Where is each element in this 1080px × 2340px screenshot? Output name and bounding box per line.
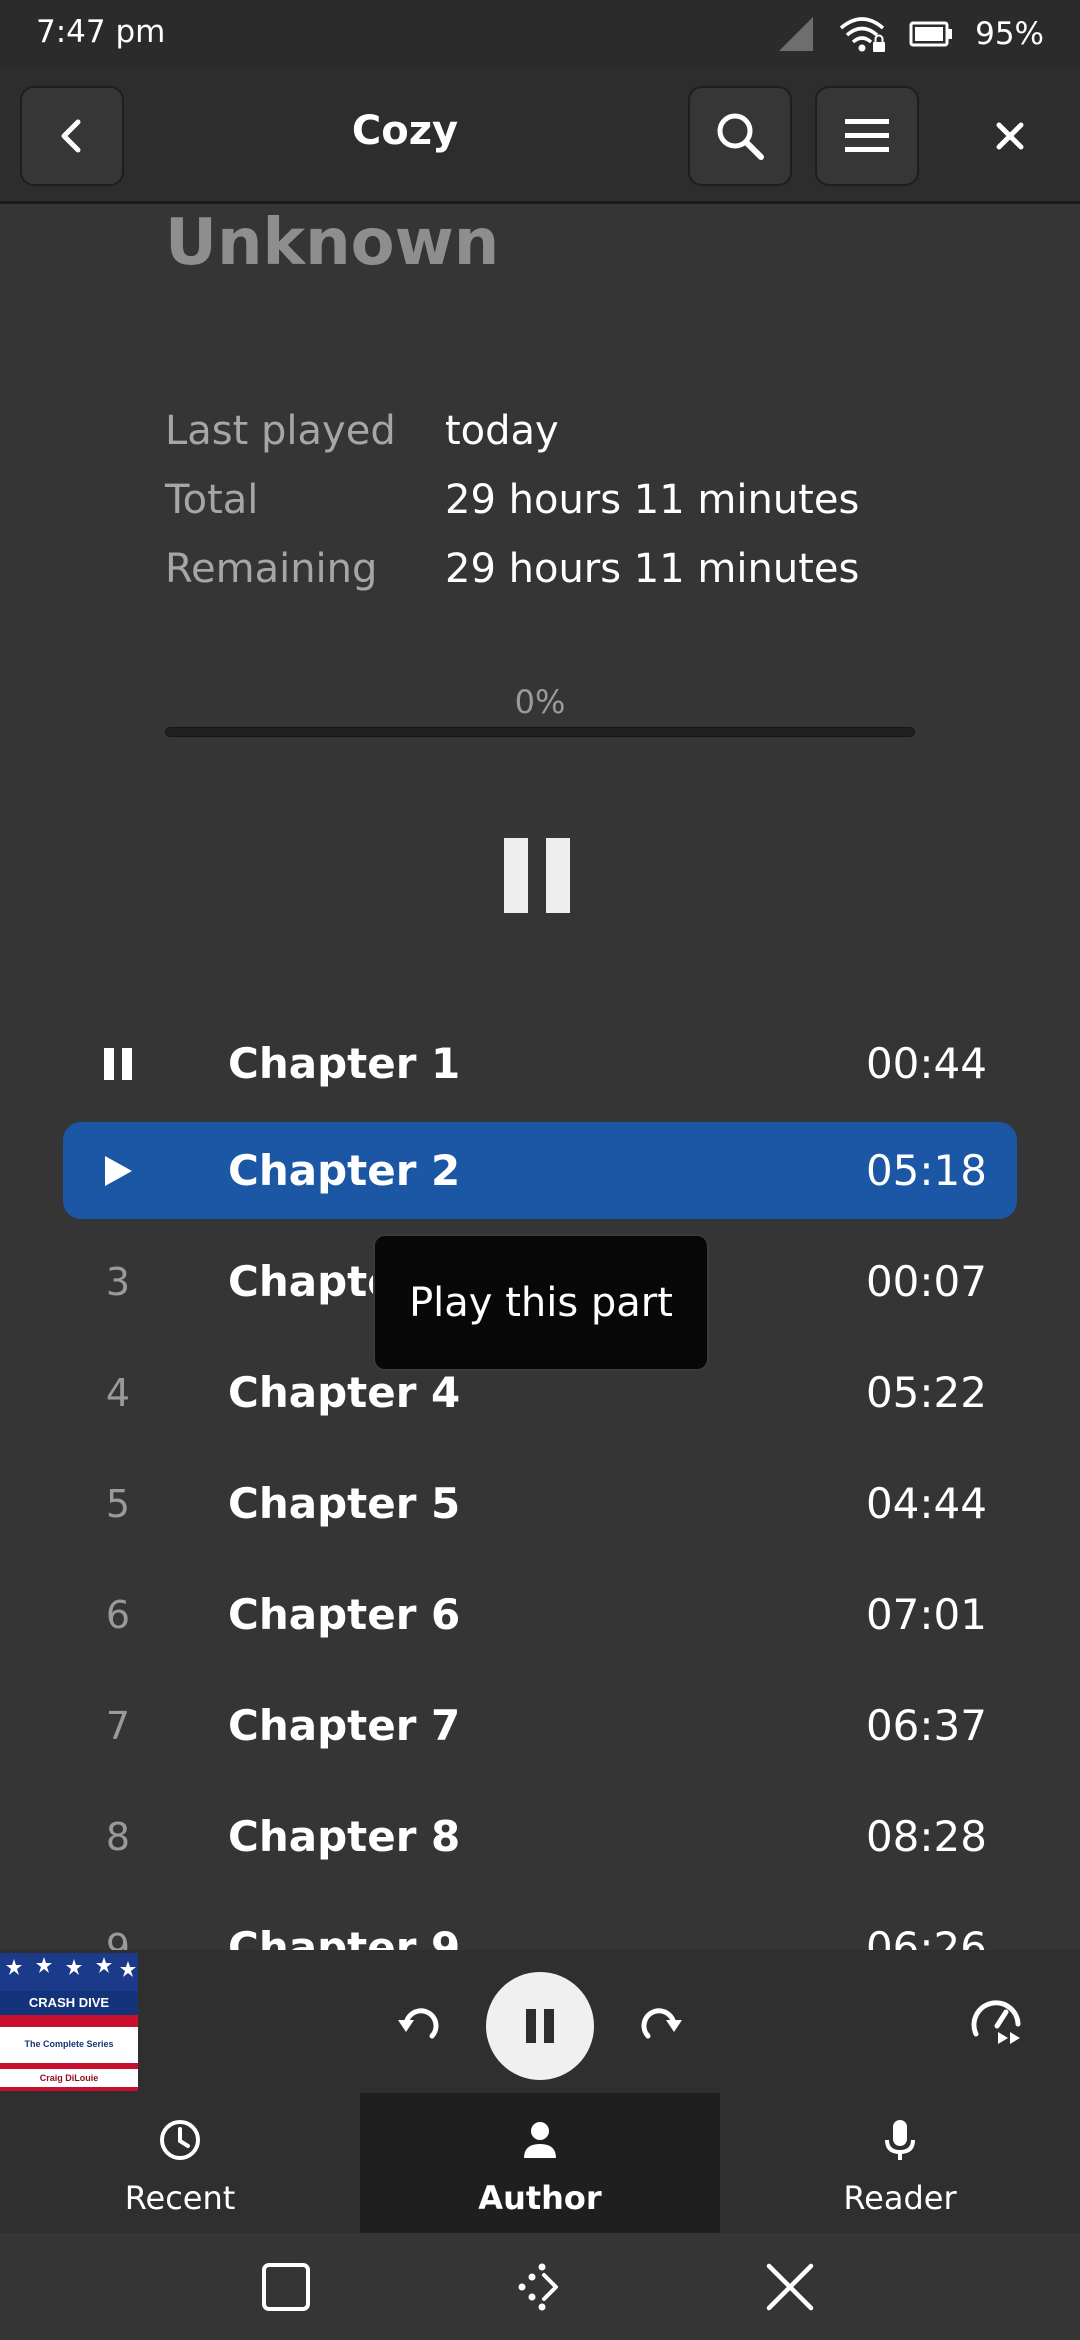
chapter-number: 5 xyxy=(105,1481,131,1526)
book-author: Unknown xyxy=(165,206,500,280)
forward-button[interactable] xyxy=(630,1992,690,2052)
tab-recent[interactable]: Recent xyxy=(0,2093,360,2233)
search-button[interactable] xyxy=(688,86,792,186)
pause-button[interactable] xyxy=(504,838,570,913)
progress-text: 0% xyxy=(514,683,566,721)
pause-icon xyxy=(526,2009,554,2043)
chapter-duration: 07:01 xyxy=(865,1590,987,1639)
chapter-title: Chapter 2 xyxy=(228,1146,461,1195)
back-icon xyxy=(61,119,81,153)
tab-author[interactable]: Author xyxy=(360,2093,720,2233)
book-cover[interactable]: CRASH DIVE The Complete Series Craig DiL… xyxy=(0,1953,138,2091)
view-switcher: Recent Author Reader xyxy=(0,2093,1080,2233)
chapter-number: 9 xyxy=(105,1925,131,1951)
playback-speed-button[interactable] xyxy=(966,1992,1028,2054)
cover-subtitle: The Complete Series xyxy=(0,2035,138,2053)
microphone-icon xyxy=(875,2115,925,2165)
tooltip: Play this part xyxy=(373,1234,709,1371)
tab-label: Author xyxy=(478,2179,602,2217)
app-title: Cozy xyxy=(351,108,459,154)
info-value: today xyxy=(445,408,559,454)
chapter-duration: 05:18 xyxy=(865,1146,987,1195)
status-bar: 7:47 pm 95% xyxy=(0,0,1080,68)
chapter-title: Chapter 7 xyxy=(228,1701,461,1750)
chapter-row[interactable]: 5 Chapter 5 04:44 xyxy=(63,1455,1017,1552)
chapter-row[interactable]: Chapter 2 05:18 xyxy=(63,1122,1017,1219)
menu-button[interactable] xyxy=(815,86,919,186)
forward-icon xyxy=(641,2008,682,2039)
cell-signal-icon xyxy=(779,17,814,51)
pause-icon-bar-left xyxy=(504,838,528,913)
chapter-number: 6 xyxy=(105,1592,131,1637)
tab-label: Recent xyxy=(124,2179,236,2217)
chapter-row[interactable]: 7 Chapter 7 06:37 xyxy=(63,1677,1017,1774)
close-button[interactable] xyxy=(960,86,1060,186)
chapter-playing-indicator xyxy=(63,1015,173,1112)
info-value: 29 hours 11 minutes xyxy=(445,546,860,592)
person-icon xyxy=(515,2115,565,2165)
chapter-number: 4 xyxy=(105,1370,131,1415)
status-icons: 95% xyxy=(777,12,1044,56)
chapter-row[interactable]: 9 Chapter 9 06:26 xyxy=(63,1899,1017,1950)
chapter-number: 3 xyxy=(105,1259,131,1304)
pause-icon xyxy=(104,1047,132,1080)
overview-icon xyxy=(262,2263,310,2311)
cover-author: Craig DiLouie xyxy=(0,2069,138,2087)
header-bar: Cozy xyxy=(0,68,1080,204)
mini-pause-button[interactable] xyxy=(486,1972,594,2080)
rewind-button[interactable] xyxy=(390,1992,450,2052)
hamburger-menu-icon xyxy=(845,119,889,152)
info-label: Last played xyxy=(165,408,396,454)
battery-icon xyxy=(909,21,953,47)
mini-player: CRASH DIVE The Complete Series Craig DiL… xyxy=(0,1950,1080,2093)
chapter-number: 7 xyxy=(105,1703,131,1748)
chapter-title: Chapter 8 xyxy=(228,1812,461,1861)
chapter-title: Chapter 5 xyxy=(228,1479,461,1528)
playback-speed-icon xyxy=(971,2000,1021,2044)
chapter-duration: 00:07 xyxy=(865,1257,987,1306)
play-icon xyxy=(105,1155,132,1186)
chapter-row[interactable]: 8 Chapter 8 08:28 xyxy=(63,1788,1017,1885)
close-app-button[interactable] xyxy=(758,2255,822,2319)
info-label: Remaining xyxy=(165,546,378,592)
pause-icon-bar-right xyxy=(546,838,570,913)
chapter-row[interactable]: 6 Chapter 6 07:01 xyxy=(63,1566,1017,1663)
wifi-locked-icon xyxy=(839,17,886,52)
chapter-duration: 04:44 xyxy=(865,1479,987,1528)
close-icon xyxy=(996,122,1024,150)
chapter-duration: 05:22 xyxy=(865,1368,987,1417)
chapter-title: Chapter 1 xyxy=(228,1039,461,1088)
chapter-duration: 08:28 xyxy=(865,1812,987,1861)
info-label: Total xyxy=(165,477,259,523)
keyboard-toggle-icon xyxy=(518,2263,558,2311)
tab-reader[interactable]: Reader xyxy=(720,2093,1080,2233)
chapter-duration: 06:26 xyxy=(865,1923,987,1950)
close-app-icon xyxy=(766,2263,814,2311)
chapter-number: 8 xyxy=(105,1814,131,1859)
keyboard-toggle-button[interactable] xyxy=(508,2255,572,2319)
chapter-row[interactable]: Chapter 1 00:44 xyxy=(63,1015,1017,1112)
progress-bar xyxy=(165,727,915,737)
cover-flag xyxy=(0,1953,138,1991)
system-nav-bar xyxy=(0,2233,1080,2340)
chapter-title: Chapter 6 xyxy=(228,1590,461,1639)
search-icon xyxy=(717,113,764,160)
tab-label: Reader xyxy=(843,2179,957,2217)
chapter-play-indicator xyxy=(63,1122,173,1219)
chapter-duration: 00:44 xyxy=(865,1039,987,1088)
info-value: 29 hours 11 minutes xyxy=(445,477,860,523)
overview-button[interactable] xyxy=(254,2255,318,2319)
clock-icon xyxy=(155,2115,205,2165)
battery-percentage: 95% xyxy=(975,16,1044,52)
rewind-icon xyxy=(398,2008,439,2039)
cover-title: CRASH DIVE xyxy=(0,1991,138,2015)
chapter-title: Chapter 9 xyxy=(228,1923,461,1950)
status-time: 7:47 pm xyxy=(36,14,166,50)
chapter-list[interactable]: Chapter 1 00:44 Chapter 2 05:18 3 Chapte… xyxy=(0,1015,1080,1950)
chapter-duration: 06:37 xyxy=(865,1701,987,1750)
back-button[interactable] xyxy=(20,86,124,186)
